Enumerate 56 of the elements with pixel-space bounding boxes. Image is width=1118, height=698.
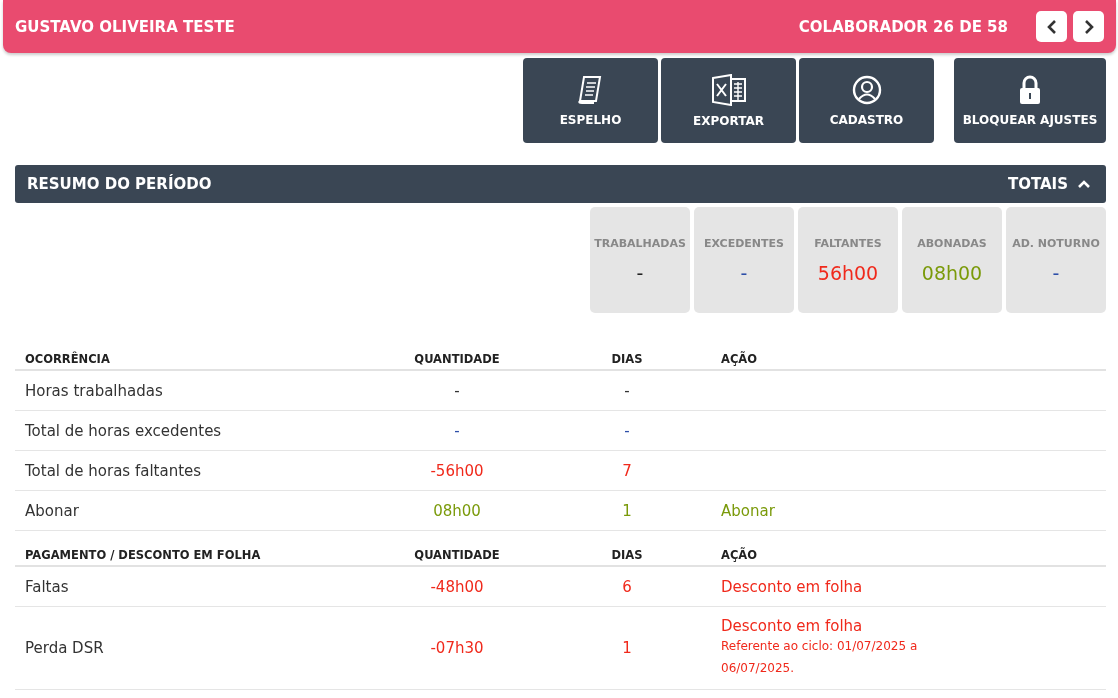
action-button[interactable]: EXPORTAR xyxy=(661,58,796,143)
action-link[interactable]: Desconto em folha xyxy=(721,577,863,596)
column-header: DIAS xyxy=(610,548,644,562)
user-icon xyxy=(851,74,882,105)
action-button[interactable]: CADASTRO xyxy=(799,58,934,143)
previous-button[interactable] xyxy=(1036,11,1067,42)
table-cell-text: Abonar xyxy=(24,501,80,520)
table-cell-text: Perda DSR xyxy=(24,639,105,657)
chevron-left-icon xyxy=(1046,18,1057,35)
table-cell-text: - xyxy=(453,421,461,440)
table-cell-text: 7 xyxy=(621,461,633,480)
table-cell-text: -07h30 xyxy=(429,639,485,657)
total-value: 56h00 xyxy=(817,261,879,284)
table-cell-text: 1 xyxy=(621,501,633,520)
table-cell-text: 6 xyxy=(621,577,633,596)
document-icon xyxy=(577,74,604,105)
column-header: PAGAMENTO / DESCONTO EM FOLHA xyxy=(24,548,262,562)
column-header: AÇÃO xyxy=(720,352,758,366)
table-cell-text: - xyxy=(453,381,461,400)
employee-name: GUSTAVO OLIVEIRA TESTE xyxy=(15,17,236,36)
cycle-note: Referente ao ciclo: 01/07/2025 a 06/07/2025. xyxy=(721,638,919,677)
lock-icon xyxy=(1018,74,1042,105)
total-value: - xyxy=(636,261,644,284)
column-header: QUANTIDADE xyxy=(413,548,501,562)
table-cell-text: - xyxy=(623,381,631,400)
table-cell-text: Faltas xyxy=(24,577,70,596)
column-header: DIAS xyxy=(610,352,644,366)
total-label: FALTANTES xyxy=(814,236,882,250)
total-value: - xyxy=(740,261,748,284)
column-header: OCORRÊNCIA xyxy=(24,352,111,366)
total-value: 08h00 xyxy=(921,261,983,284)
total-label: AD. NOTURNO xyxy=(1012,236,1100,250)
action-button[interactable]: ESPELHO xyxy=(523,58,658,143)
total-value: - xyxy=(1052,261,1060,284)
chevron-right-icon xyxy=(1083,18,1094,35)
section-title: RESUMO DO PERÍODO xyxy=(27,175,212,193)
total-label: EXCEDENTES xyxy=(704,236,784,250)
table-cell-text: Total de horas excedentes xyxy=(24,421,223,440)
table-cell-text: Total de horas faltantes xyxy=(24,461,203,480)
action-link[interactable]: Desconto em folha xyxy=(721,617,941,635)
table-cell-text: Horas trabalhadas xyxy=(24,381,164,400)
table-cell-text: 1 xyxy=(621,639,633,657)
column-header: QUANTIDADE xyxy=(413,352,501,366)
totals-toggle[interactable]: TOTAIS xyxy=(1003,175,1094,193)
spreadsheet-icon xyxy=(710,73,747,106)
total-label: TRABALHADAS xyxy=(594,236,686,250)
chevron-up-icon xyxy=(1078,180,1090,188)
table-cell-text: -56h00 xyxy=(429,461,485,480)
next-button[interactable] xyxy=(1073,11,1104,42)
table-cell-text: - xyxy=(623,421,631,440)
table-cell-text: -48h00 xyxy=(429,577,485,596)
total-label: ABONADAS xyxy=(917,236,987,250)
table-cell-text: 08h00 xyxy=(432,501,482,520)
employee-counter: COLABORADOR 26 DE 58 xyxy=(798,17,1008,36)
action-button[interactable]: BLOQUEAR AJUSTES xyxy=(954,58,1106,143)
column-header: AÇÃO xyxy=(720,548,758,562)
